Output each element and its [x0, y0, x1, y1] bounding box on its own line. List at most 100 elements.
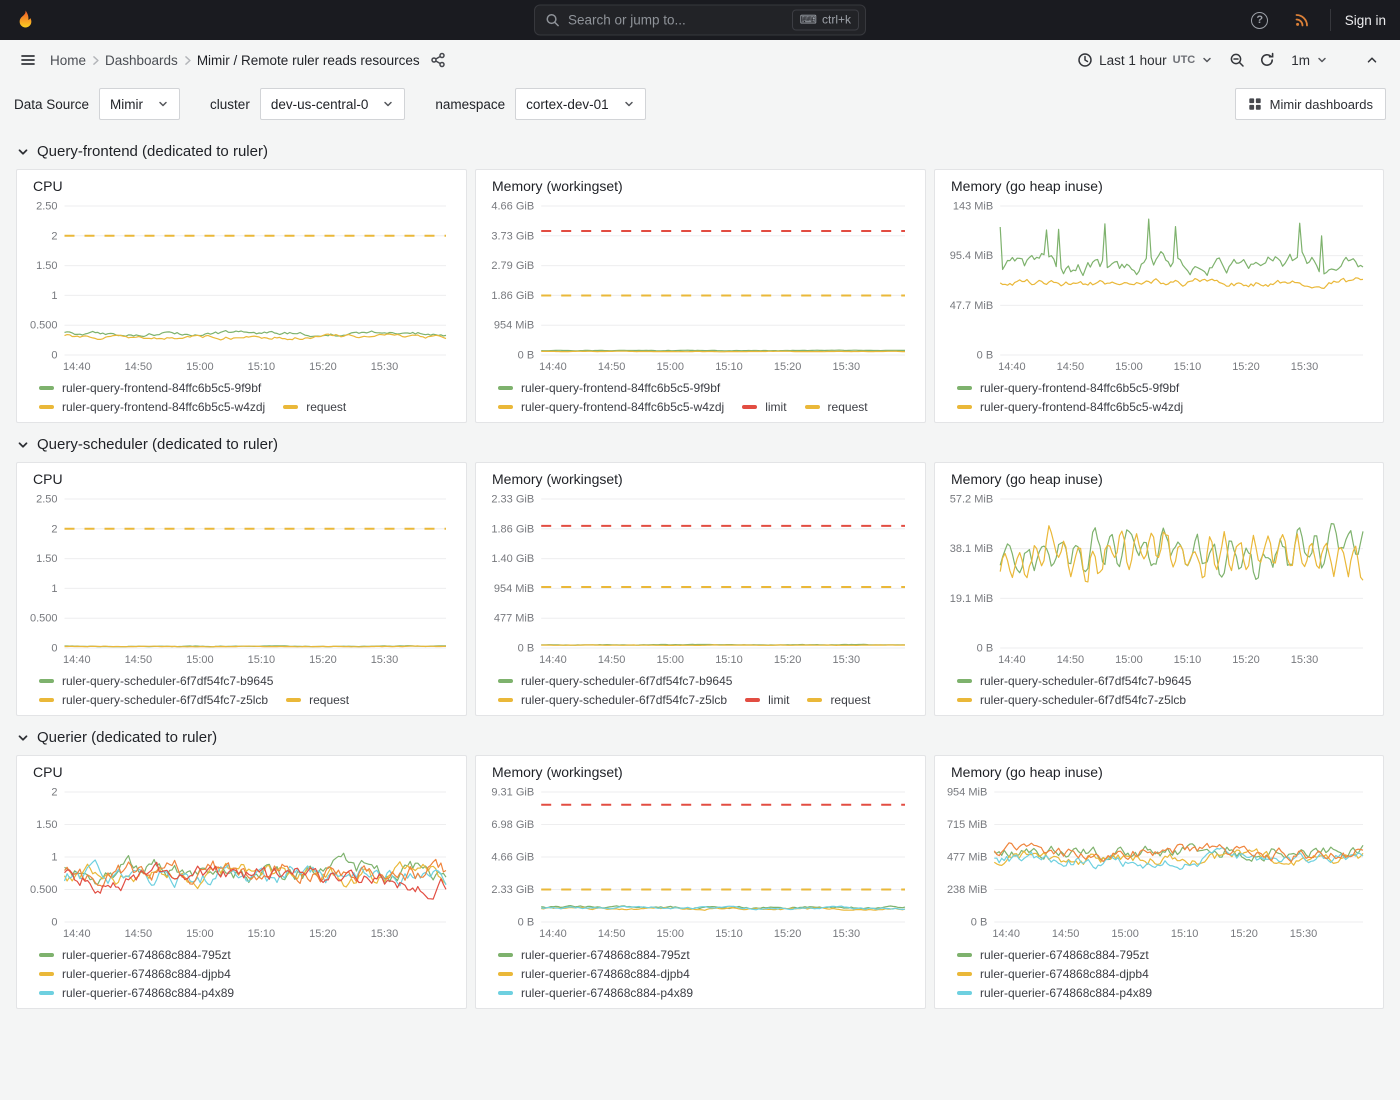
search-icon [545, 13, 560, 28]
collapse-toolbar-button[interactable] [1358, 46, 1386, 74]
help-button[interactable]: ? [1246, 6, 1274, 34]
row-header-query-scheduler-dedicated-to-ruler[interactable]: Query-scheduler (dedicated to ruler) [0, 423, 294, 462]
legend-item[interactable]: ruler-querier-674868c884-795zt [957, 947, 1149, 963]
svg-text:15:00: 15:00 [186, 361, 214, 373]
series-name: ruler-query-scheduler-6f7df54fc7-b9645 [62, 673, 273, 689]
panel-title[interactable]: Memory (workingset) [486, 762, 915, 782]
legend-item[interactable]: ruler-query-frontend-84ffc6b5c5-9f9bf [498, 380, 720, 396]
legend-item[interactable]: limit [745, 692, 789, 708]
legend-item[interactable]: ruler-querier-674868c884-djpb4 [39, 966, 231, 982]
legend-item[interactable]: ruler-querier-674868c884-795zt [498, 947, 690, 963]
row-header-query-frontend-dedicated-to-ruler[interactable]: Query-frontend (dedicated to ruler) [0, 130, 284, 169]
datasource-dropdown[interactable]: Mimir [99, 88, 180, 120]
svg-text:15:30: 15:30 [371, 928, 399, 940]
time-series-chart[interactable]: 2.5021.5010.500014:4014:5015:0015:1015:2… [27, 196, 456, 375]
legend-item[interactable]: ruler-query-scheduler-6f7df54fc7-z5lcb [498, 692, 727, 708]
legend-item[interactable]: ruler-query-frontend-84ffc6b5c5-w4zdj [498, 399, 724, 415]
chart-legend: ruler-querier-674868c884-795zt ruler-quer… [27, 942, 456, 1001]
namespace-dropdown[interactable]: cortex-dev-01 [515, 88, 646, 120]
legend-item[interactable]: ruler-query-frontend-84ffc6b5c5-9f9bf [957, 380, 1179, 396]
panel-title[interactable]: CPU [27, 176, 456, 196]
time-series-chart[interactable]: 57.2 MiB38.1 MiB19.1 MiB0 B14:4014:5015:… [945, 489, 1373, 668]
time-series-chart[interactable]: 4.66 GiB3.73 GiB2.79 GiB1.86 GiB954 MiB0… [486, 196, 915, 375]
panel-title[interactable]: Memory (go heap inuse) [945, 469, 1373, 489]
svg-text:477 MiB: 477 MiB [947, 852, 987, 864]
legend-item[interactable]: ruler-querier-674868c884-795zt [39, 947, 231, 963]
legend-item[interactable]: request [286, 692, 349, 708]
time-series-chart[interactable]: 143 MiB95.4 MiB47.7 MiB0 B14:4014:5015:0… [945, 196, 1373, 375]
panel-title[interactable]: Memory (go heap inuse) [945, 762, 1373, 782]
panel-title[interactable]: CPU [27, 762, 456, 782]
legend-item[interactable]: ruler-querier-674868c884-p4x89 [957, 985, 1152, 1001]
breadcrumb-home[interactable]: Home [50, 53, 86, 68]
panel-title[interactable]: Memory (workingset) [486, 176, 915, 196]
sign-in-link[interactable]: Sign in [1345, 13, 1386, 28]
legend-item[interactable]: ruler-query-scheduler-6f7df54fc7-b9645 [498, 673, 732, 689]
series-color-marker [498, 972, 513, 976]
cluster-dropdown[interactable]: dev-us-central-0 [260, 88, 406, 120]
legend-item[interactable]: limit [742, 399, 786, 415]
search-bar[interactable]: ⌨ ctrl+k [534, 5, 866, 36]
share-button[interactable] [424, 46, 452, 74]
time-series-chart[interactable]: 954 MiB715 MiB477 MiB238 MiB0 B14:4014:5… [945, 782, 1373, 942]
chart-legend: ruler-querier-674868c884-795zt ruler-quer… [486, 942, 915, 1001]
search-input[interactable] [568, 13, 784, 28]
panel-title[interactable]: CPU [27, 469, 456, 489]
svg-text:15:20: 15:20 [309, 928, 337, 940]
series-color-marker [498, 953, 513, 957]
legend-item[interactable]: ruler-querier-674868c884-djpb4 [498, 966, 690, 982]
legend-item[interactable]: ruler-query-frontend-84ffc6b5c5-w4zdj [957, 399, 1183, 415]
svg-text:15:00: 15:00 [1111, 928, 1139, 940]
share-icon [430, 52, 446, 68]
menu-toggle-button[interactable] [14, 46, 42, 74]
zoom-out-button[interactable] [1223, 46, 1251, 74]
series-color-marker [283, 405, 298, 409]
chevron-down-icon [16, 731, 30, 745]
legend-item[interactable]: request [807, 692, 870, 708]
svg-text:14:50: 14:50 [598, 654, 626, 666]
panel-memory-workingset: Memory (workingset)4.66 GiB3.73 GiB2.79 … [475, 169, 926, 423]
legend-item[interactable]: ruler-querier-674868c884-p4x89 [39, 985, 234, 1001]
datasource-value: Mimir [110, 97, 143, 112]
time-series-chart[interactable]: 9.31 GiB6.98 GiB4.66 GiB2.33 GiB0 B14:40… [486, 782, 915, 942]
time-series-chart[interactable]: 2.5021.5010.500014:4014:5015:0015:1015:2… [27, 489, 456, 668]
dashboard-row: Query-scheduler (dedicated to ruler)CPU2… [0, 423, 1400, 716]
legend-item[interactable]: ruler-query-scheduler-6f7df54fc7-z5lcb [957, 692, 1186, 708]
time-series-chart[interactable]: 21.5010.500014:4014:5015:0015:1015:2015:… [27, 782, 456, 942]
grafana-logo[interactable] [14, 9, 37, 32]
row-header-querier-dedicated-to-ruler[interactable]: Querier (dedicated to ruler) [0, 716, 233, 755]
svg-text:0: 0 [51, 643, 57, 655]
svg-text:15:10: 15:10 [1171, 928, 1199, 940]
refresh-button[interactable] [1253, 46, 1281, 74]
panel-title[interactable]: Memory (workingset) [486, 469, 915, 489]
legend-item[interactable]: ruler-query-frontend-84ffc6b5c5-w4zdj [39, 399, 265, 415]
series-color-marker [39, 405, 54, 409]
legend-item[interactable]: ruler-query-scheduler-6f7df54fc7-b9645 [39, 673, 273, 689]
svg-text:15:20: 15:20 [1230, 928, 1258, 940]
time-range-picker[interactable]: Last 1 hour UTC [1069, 45, 1221, 75]
svg-text:0 B: 0 B [518, 643, 535, 655]
timezone-label: UTC [1173, 54, 1196, 66]
legend-item[interactable]: ruler-query-scheduler-6f7df54fc7-z5lcb [39, 692, 268, 708]
dashboards-grid-icon [1248, 97, 1262, 111]
panel-title[interactable]: Memory (go heap inuse) [945, 176, 1373, 196]
news-button[interactable] [1288, 6, 1316, 34]
legend-item[interactable]: ruler-querier-674868c884-p4x89 [498, 985, 693, 1001]
legend-item[interactable]: ruler-query-scheduler-6f7df54fc7-b9645 [957, 673, 1191, 689]
breadcrumb-dashboards[interactable]: Dashboards [105, 53, 178, 68]
legend-item[interactable]: ruler-query-frontend-84ffc6b5c5-9f9bf [39, 380, 261, 396]
svg-text:1.40 GiB: 1.40 GiB [491, 553, 534, 565]
legend-item[interactable]: request [283, 399, 346, 415]
dashboard-toolbar: Home Dashboards Mimir / Remote ruler rea… [0, 40, 1400, 80]
legend-item[interactable]: ruler-querier-674868c884-djpb4 [957, 966, 1149, 982]
series-name: ruler-query-frontend-84ffc6b5c5-9f9bf [62, 380, 261, 396]
time-series-chart[interactable]: 2.33 GiB1.86 GiB1.40 GiB954 MiB477 MiB0 … [486, 489, 915, 668]
svg-text:14:40: 14:40 [539, 654, 567, 666]
svg-text:0.500: 0.500 [30, 884, 58, 896]
dashboard-row: Querier (dedicated to ruler) CPU21.5010.5… [0, 716, 1400, 1009]
legend-item[interactable]: request [805, 399, 868, 415]
mimir-dashboards-button[interactable]: Mimir dashboards [1235, 88, 1386, 120]
divider [1330, 9, 1331, 31]
refresh-interval-dropdown[interactable]: 1m [1283, 45, 1336, 75]
series-color-marker [39, 386, 54, 390]
